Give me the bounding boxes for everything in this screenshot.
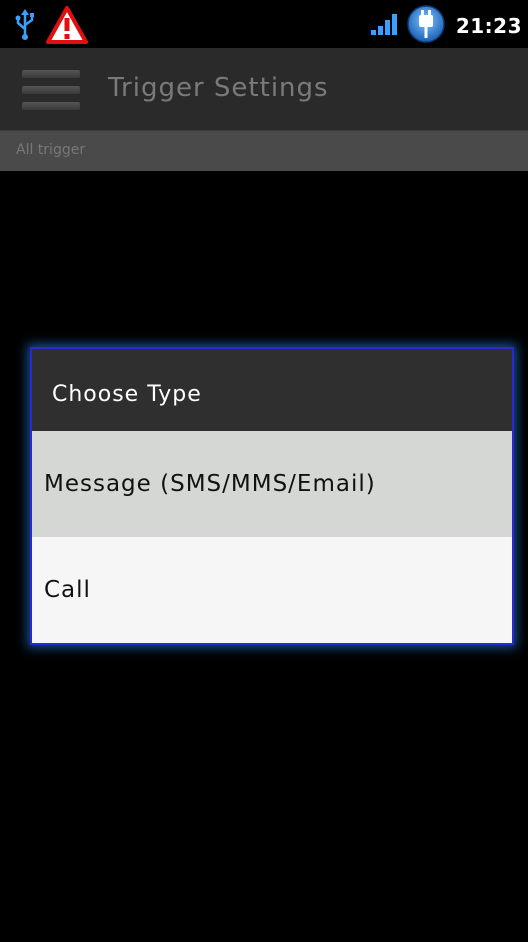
signal-icon xyxy=(370,12,400,40)
option-label: Call xyxy=(44,577,91,603)
option-call[interactable]: Call xyxy=(32,537,512,643)
section-header: All trigger xyxy=(0,131,528,171)
screen: 21:23 Trigger Settings All trigger Choos… xyxy=(0,0,528,942)
option-message[interactable]: Message (SMS/MMS/Email) xyxy=(32,431,512,537)
choose-type-dialog: Choose Type Message (SMS/MMS/Email) Call xyxy=(30,347,514,645)
dialog-title-bar: Choose Type xyxy=(32,349,512,431)
hamburger-menu-icon[interactable] xyxy=(22,70,80,110)
warning-icon xyxy=(46,6,88,48)
status-clock: 21:23 xyxy=(455,14,522,38)
page-title: Trigger Settings xyxy=(108,73,329,103)
status-left-icons xyxy=(14,6,88,48)
usb-icon xyxy=(14,9,36,45)
status-bar: 21:23 xyxy=(0,0,528,48)
action-bar: Trigger Settings xyxy=(0,48,528,131)
dialog-title: Choose Type xyxy=(52,382,202,407)
option-label: Message (SMS/MMS/Email) xyxy=(44,471,376,497)
battery-charging-icon xyxy=(406,4,446,48)
section-label: All trigger xyxy=(16,142,86,158)
status-right-icons: 21:23 xyxy=(370,4,522,48)
